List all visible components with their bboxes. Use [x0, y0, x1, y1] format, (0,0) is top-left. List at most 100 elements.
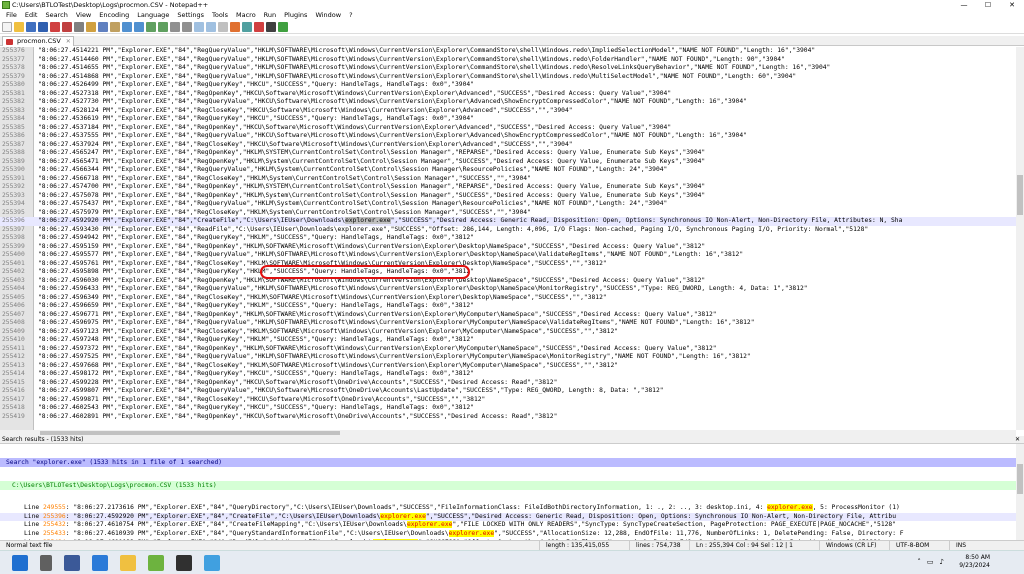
- editor[interactable]: 255376 "8:06:27.4514221 PM","Explorer.EXE…: [0, 47, 1016, 430]
- wrap-icon[interactable]: [206, 21, 216, 32]
- print-icon[interactable]: [74, 21, 84, 32]
- procmon-icon[interactable]: [204, 554, 220, 571]
- editor-line[interactable]: 255417 "8:06:27.4599871 PM","Explorer.EXE…: [0, 396, 1016, 405]
- editor-line[interactable]: 255396 "8:06:27.4592920 PM","Explorer.EXE…: [0, 217, 1016, 226]
- editor-line[interactable]: 255386 "8:06:27.4537555 PM","Explorer.EXE…: [0, 132, 1016, 141]
- editor-line[interactable]: 255401 "8:06:27.4595761 PM","Explorer.EXE…: [0, 260, 1016, 269]
- editor-line[interactable]: 255411 "8:06:27.4597372 PM","Explorer.EXE…: [0, 345, 1016, 354]
- editor-line[interactable]: 255398 "8:06:27.4594942 PM","Explorer.EXE…: [0, 234, 1016, 243]
- show-all-chars-icon[interactable]: [218, 21, 228, 32]
- search-results-panel[interactable]: Search "explorer.exe" (1533 hits in 1 fi…: [0, 444, 1016, 540]
- menu-tools[interactable]: Tools: [208, 11, 232, 19]
- search-result-line[interactable]: Line 255396: "8:06:27.4592920 PM","Explo…: [0, 512, 1016, 522]
- editor-line[interactable]: 255415 "8:06:27.4599228 PM","Explorer.EXE…: [0, 379, 1016, 388]
- editor-line[interactable]: 255390 "8:06:27.4566344 PM","Explorer.EXE…: [0, 166, 1016, 175]
- editor-line[interactable]: 255409 "8:06:27.4597123 PM","Explorer.EXE…: [0, 328, 1016, 337]
- editor-line[interactable]: 255406 "8:06:27.4596659 PM","Explorer.EXE…: [0, 302, 1016, 311]
- notepadpp-taskbar-icon[interactable]: [148, 554, 164, 571]
- copy-icon[interactable]: [98, 21, 108, 32]
- new-file-icon[interactable]: [2, 21, 12, 32]
- replace-icon[interactable]: [158, 21, 168, 32]
- scroll-thumb[interactable]: [1017, 175, 1023, 215]
- save-all-icon[interactable]: [38, 21, 48, 32]
- edge-icon[interactable]: [92, 554, 108, 571]
- menu-help[interactable]: ?: [345, 11, 356, 19]
- save-icon[interactable]: [26, 21, 36, 32]
- editor-line[interactable]: 255414 "8:06:27.4598172 PM","Explorer.EXE…: [0, 370, 1016, 379]
- editor-line[interactable]: 255384 "8:06:27.4536619 PM","Explorer.EXE…: [0, 115, 1016, 124]
- menu-window[interactable]: Window: [311, 11, 345, 19]
- editor-line[interactable]: 255400 "8:06:27.4595577 PM","Explorer.EXE…: [0, 251, 1016, 260]
- open-folder-icon[interactable]: [14, 21, 24, 32]
- editor-line[interactable]: 255394 "8:06:27.4575437 PM","Explorer.EXE…: [0, 200, 1016, 209]
- editor-line[interactable]: 255389 "8:06:27.4565471 PM","Explorer.EXE…: [0, 158, 1016, 167]
- editor-line[interactable]: 255407 "8:06:27.4596771 PM","Explorer.EXE…: [0, 311, 1016, 320]
- editor-line[interactable]: 255402 "8:06:27.4595898 PM","Explorer.EXE…: [0, 268, 1016, 277]
- editor-line[interactable]: 255379 "8:06:27.4514868 PM","Explorer.EXE…: [0, 73, 1016, 82]
- editor-line[interactable]: 255408 "8:06:27.4596975 PM","Explorer.EXE…: [0, 319, 1016, 328]
- zoom-in-icon[interactable]: [170, 21, 180, 32]
- editor-line[interactable]: 255395 "8:06:27.4575979 PM","Explorer.EXE…: [0, 209, 1016, 218]
- editor-line[interactable]: 255387 "8:06:27.4537924 PM","Explorer.EXE…: [0, 141, 1016, 150]
- menu-search[interactable]: Search: [41, 11, 71, 19]
- scroll-thumb[interactable]: [40, 431, 340, 435]
- editor-line[interactable]: 255403 "8:06:27.4596030 PM","Explorer.EXE…: [0, 277, 1016, 286]
- editor-vertical-scrollbar[interactable]: [1016, 47, 1024, 430]
- zoom-out-icon[interactable]: [182, 21, 192, 32]
- minimize-button[interactable]: —: [952, 0, 976, 10]
- search-results-close-icon[interactable]: ✕: [1015, 436, 1020, 444]
- menu-macro[interactable]: Macro: [232, 11, 260, 19]
- search-result-line[interactable]: Line 249555: "8:06:27.2173616 PM","Explo…: [0, 504, 1016, 513]
- editor-line[interactable]: 255410 "8:06:27.4597248 PM","Explorer.EXE…: [0, 336, 1016, 345]
- close-file-icon[interactable]: [50, 21, 60, 32]
- terminal-icon[interactable]: [176, 554, 192, 571]
- task-view-icon[interactable]: [64, 554, 80, 571]
- tab-procmon-csv[interactable]: procmon.CSV ✕: [2, 36, 74, 46]
- record-macro-icon[interactable]: [254, 21, 264, 32]
- cut-icon[interactable]: [86, 21, 96, 32]
- indent-guide-icon[interactable]: [230, 21, 240, 32]
- editor-line[interactable]: 255412 "8:06:27.4597525 PM","Explorer.EXE…: [0, 353, 1016, 362]
- menu-run[interactable]: Run: [260, 11, 280, 19]
- menu-settings[interactable]: Settings: [173, 11, 208, 19]
- stop-macro-icon[interactable]: [266, 21, 276, 32]
- start-icon[interactable]: [12, 554, 28, 571]
- network-icon[interactable]: ▭: [927, 558, 934, 566]
- results-scrollbar[interactable]: [1016, 444, 1024, 540]
- undo-icon[interactable]: [122, 21, 132, 32]
- search-query-line[interactable]: Search "explorer.exe" (1533 hits in 1 fi…: [0, 458, 1016, 467]
- close-button[interactable]: ✕: [1000, 0, 1024, 10]
- editor-line[interactable]: 255388 "8:06:27.4565247 PM","Explorer.EXE…: [0, 149, 1016, 158]
- search-icon[interactable]: [40, 554, 52, 571]
- find-icon[interactable]: [146, 21, 156, 32]
- editor-line[interactable]: 255404 "8:06:27.4596433 PM","Explorer.EXE…: [0, 285, 1016, 294]
- editor-line[interactable]: 255416 "8:06:27.4599807 PM","Explorer.EXE…: [0, 387, 1016, 396]
- redo-icon[interactable]: [134, 21, 144, 32]
- editor-line[interactable]: 255385 "8:06:27.4537184 PM","Explorer.EXE…: [0, 124, 1016, 133]
- clock[interactable]: 8:50 AM 9/23/2024: [959, 554, 990, 570]
- search-file-line[interactable]: C:\Users\BTLOTest\Desktop\Logs\procmon.C…: [0, 481, 1016, 490]
- editor-line[interactable]: 255405 "8:06:27.4596349 PM","Explorer.EXE…: [0, 294, 1016, 303]
- editor-line[interactable]: 255383 "8:06:27.4528124 PM","Explorer.EXE…: [0, 107, 1016, 116]
- editor-line[interactable]: 255418 "8:06:27.4602543 PM","Explorer.EXE…: [0, 404, 1016, 413]
- sync-scroll-icon[interactable]: [194, 21, 204, 32]
- chevron-up-icon[interactable]: ˄: [917, 558, 921, 566]
- menu-file[interactable]: File: [2, 11, 21, 19]
- editor-line[interactable]: 255376 "8:06:27.4514221 PM","Explorer.EXE…: [0, 47, 1016, 56]
- system-tray[interactable]: ˄ ▭ ♪: [917, 558, 944, 566]
- editor-line[interactable]: 255378 "8:06:27.4514655 PM","Explorer.EXE…: [0, 64, 1016, 73]
- menu-view[interactable]: View: [72, 11, 95, 19]
- menu-encoding[interactable]: Encoding: [95, 11, 133, 19]
- search-result-line[interactable]: Line 255432: "8:06:27.4610754 PM","Explo…: [0, 521, 1016, 530]
- play-macro-icon[interactable]: [278, 21, 288, 32]
- editor-line[interactable]: 255381 "8:06:27.4527318 PM","Explorer.EXE…: [0, 90, 1016, 99]
- editor-line[interactable]: 255391 "8:06:27.4566718 PM","Explorer.EXE…: [0, 175, 1016, 184]
- maximize-button[interactable]: ☐: [976, 0, 1000, 10]
- editor-line[interactable]: 255413 "8:06:27.4597668 PM","Explorer.EXE…: [0, 362, 1016, 371]
- editor-line[interactable]: 255382 "8:06:27.4527730 PM","Explorer.EXE…: [0, 98, 1016, 107]
- editor-line[interactable]: 255419 "8:06:27.4602891 PM","Explorer.EXE…: [0, 413, 1016, 422]
- scroll-thumb[interactable]: [1017, 464, 1023, 494]
- volume-icon[interactable]: ♪: [940, 558, 944, 566]
- menu-plugins[interactable]: Plugins: [280, 11, 311, 19]
- doc-map-icon[interactable]: [242, 21, 252, 32]
